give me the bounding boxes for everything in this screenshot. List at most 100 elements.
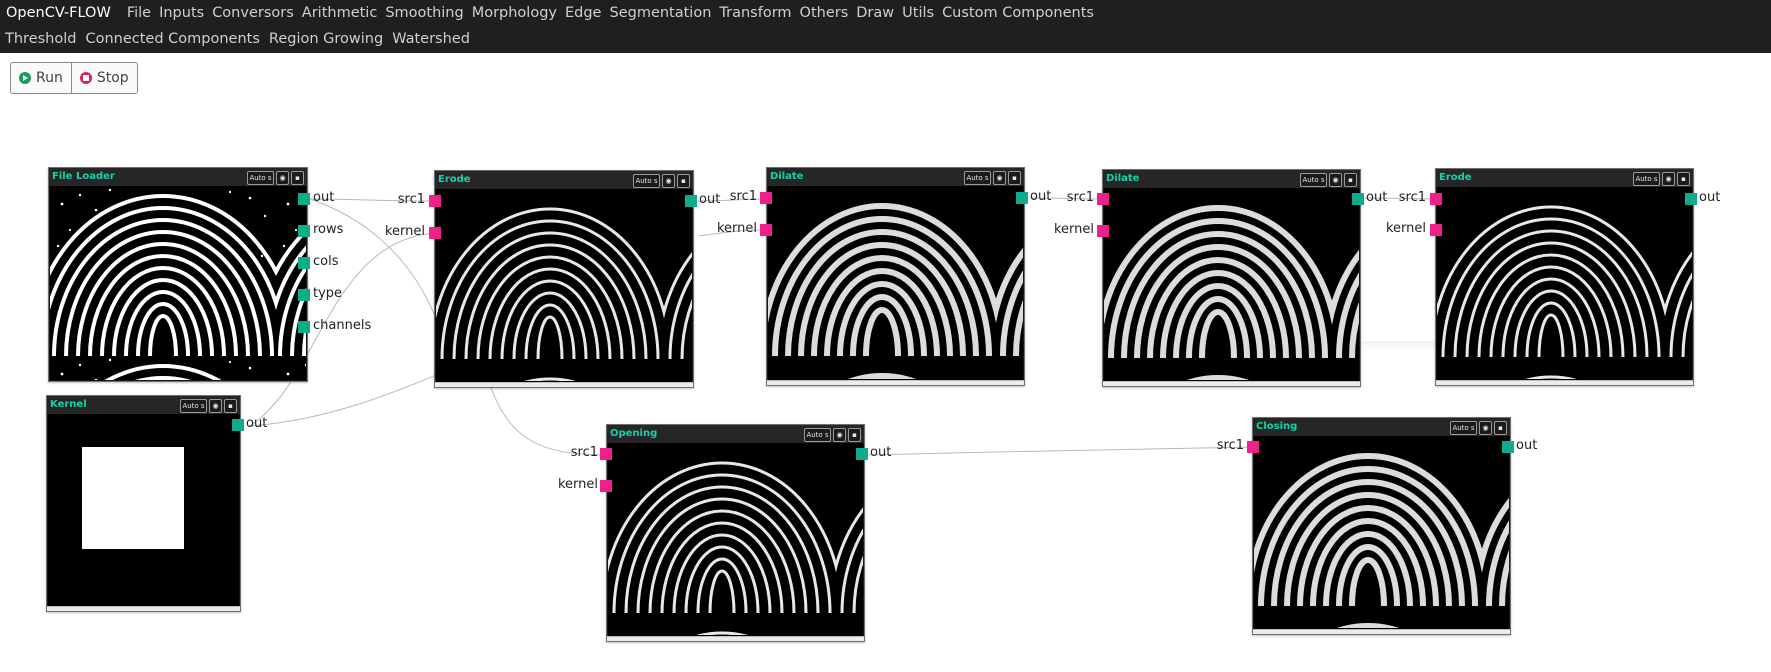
node-footer	[607, 636, 864, 641]
node-file-loader[interactable]: File Loader Auto s ◉ ▪	[48, 167, 308, 382]
port-cols[interactable]	[298, 257, 310, 269]
node-header[interactable]: Kernel Auto s ◉ ▪	[47, 396, 240, 414]
port-src1[interactable]	[1097, 193, 1109, 205]
menu-others[interactable]: Others	[796, 5, 853, 21]
close-icon[interactable]: ▪	[1494, 421, 1507, 435]
node-controls: Auto s ◉ ▪	[1450, 421, 1507, 435]
eye-icon[interactable]: ◉	[833, 428, 846, 442]
node-header[interactable]: Closing Auto s ◉ ▪	[1253, 418, 1510, 436]
menu-morphology[interactable]: Morphology	[468, 5, 561, 21]
auto-size-button[interactable]: Auto s	[1450, 421, 1477, 435]
close-icon[interactable]: ▪	[291, 171, 304, 185]
eye-icon[interactable]: ◉	[1662, 172, 1675, 186]
node-opening[interactable]: Opening Auto s ◉ ▪	[606, 424, 865, 642]
fingerprint-eroded-image	[436, 189, 692, 381]
port-out[interactable]	[1352, 193, 1364, 205]
port-out[interactable]	[1502, 441, 1514, 453]
auto-size-button[interactable]: Auto s	[964, 171, 991, 185]
eye-icon[interactable]: ◉	[662, 174, 675, 188]
port-kernel[interactable]	[1097, 225, 1109, 237]
close-icon[interactable]: ▪	[224, 399, 237, 413]
menu-file[interactable]: File	[123, 5, 155, 21]
auto-size-button[interactable]: Auto s	[1300, 173, 1327, 187]
port-label-src1: src1	[1066, 190, 1094, 205]
submenu-connected-components[interactable]: Connected Components	[80, 31, 263, 47]
node-title: Kernel	[50, 399, 87, 410]
submenu-watershed[interactable]: Watershed	[387, 31, 474, 47]
port-out[interactable]	[298, 193, 310, 205]
port-label-out: out	[870, 445, 892, 460]
fingerprint-dilated-image	[1104, 188, 1359, 380]
eye-icon[interactable]: ◉	[1479, 421, 1492, 435]
auto-size-button[interactable]: Auto s	[1633, 172, 1660, 186]
close-icon[interactable]: ▪	[1677, 172, 1690, 186]
menu-arithmetic[interactable]: Arithmetic	[298, 5, 382, 21]
node-controls: Auto s ◉ ▪	[180, 399, 237, 413]
node-dilate[interactable]: Dilate Auto s ◉ ▪	[766, 167, 1025, 386]
node-footer	[1436, 380, 1693, 385]
port-src1[interactable]	[600, 448, 612, 460]
port-rows[interactable]	[298, 225, 310, 237]
port-label-cols: cols	[313, 254, 339, 269]
close-icon[interactable]: ▪	[848, 428, 861, 442]
port-out[interactable]	[1685, 193, 1697, 205]
auto-size-button[interactable]: Auto s	[804, 428, 831, 442]
menu-transform[interactable]: Transform	[715, 5, 795, 21]
port-kernel[interactable]	[600, 480, 612, 492]
port-src1[interactable]	[1247, 441, 1259, 453]
node-header[interactable]: Dilate Auto s ◉ ▪	[1103, 170, 1360, 188]
close-icon[interactable]: ▪	[1008, 171, 1021, 185]
port-kernel[interactable]	[760, 224, 772, 236]
menu-segmentation[interactable]: Segmentation	[605, 5, 715, 21]
port-out[interactable]	[856, 448, 868, 460]
auto-size-button[interactable]: Auto s	[180, 399, 207, 413]
node-kernel[interactable]: Kernel Auto s ◉ ▪	[46, 395, 241, 612]
node-header[interactable]: Erode Auto s ◉ ▪	[1436, 169, 1693, 187]
port-out[interactable]	[1016, 192, 1028, 204]
menu-edge[interactable]: Edge	[561, 5, 606, 21]
node-controls: Auto s ◉ ▪	[964, 171, 1021, 185]
menu-custom-components[interactable]: Custom Components	[938, 5, 1098, 21]
node-erode[interactable]: Erode Auto s ◉ ▪	[434, 170, 694, 388]
port-src1[interactable]	[1430, 193, 1442, 205]
node-header[interactable]: Opening Auto s ◉ ▪	[607, 425, 864, 443]
node-closing[interactable]: Closing Auto s ◉ ▪	[1252, 417, 1511, 635]
close-icon[interactable]: ▪	[1344, 173, 1357, 187]
node-header[interactable]: Erode Auto s ◉ ▪	[435, 171, 693, 189]
node-dilate[interactable]: Dilate Auto s ◉ ▪	[1102, 169, 1361, 387]
run-button-label: Run	[36, 70, 63, 86]
port-src1[interactable]	[429, 195, 441, 207]
port-kernel[interactable]	[429, 227, 441, 239]
eye-icon[interactable]: ◉	[1329, 173, 1342, 187]
eye-icon[interactable]: ◉	[276, 171, 289, 185]
stop-button[interactable]: Stop	[70, 63, 137, 93]
port-channels[interactable]	[298, 321, 310, 333]
port-kernel[interactable]	[1430, 224, 1442, 236]
preview-image	[1104, 188, 1359, 381]
menu-conversors[interactable]: Conversors	[208, 5, 298, 21]
node-header[interactable]: File Loader Auto s ◉ ▪	[49, 168, 307, 186]
menu-inputs[interactable]: Inputs	[155, 5, 208, 21]
port-type[interactable]	[298, 289, 310, 301]
close-icon[interactable]: ▪	[677, 174, 690, 188]
submenu-region-growing[interactable]: Region Growing	[264, 31, 387, 47]
port-out[interactable]	[232, 419, 244, 431]
menu-row-main: OpenCV-FLOW File Inputs Conversors Arith…	[0, 0, 1098, 26]
port-src1[interactable]	[760, 192, 772, 204]
auto-size-button[interactable]: Auto s	[247, 171, 274, 185]
eye-icon[interactable]: ◉	[209, 399, 222, 413]
run-button[interactable]: Run	[11, 63, 71, 93]
menu-smoothing[interactable]: Smoothing	[381, 5, 467, 21]
node-erode[interactable]: Erode Auto s ◉ ▪	[1435, 168, 1694, 386]
preview-image	[608, 443, 863, 636]
eye-icon[interactable]: ◉	[993, 171, 1006, 185]
submenu-threshold[interactable]: Threshold	[0, 31, 80, 47]
port-out[interactable]	[685, 195, 697, 207]
port-label-kernel: kernel	[557, 477, 598, 492]
node-header[interactable]: Dilate Auto s ◉ ▪	[767, 168, 1024, 186]
auto-size-button[interactable]: Auto s	[633, 174, 660, 188]
node-controls: Auto s ◉ ▪	[804, 428, 861, 442]
menu-utils[interactable]: Utils	[898, 5, 938, 21]
fingerprint-eroded-image	[1437, 187, 1692, 379]
menu-draw[interactable]: Draw	[852, 5, 898, 21]
